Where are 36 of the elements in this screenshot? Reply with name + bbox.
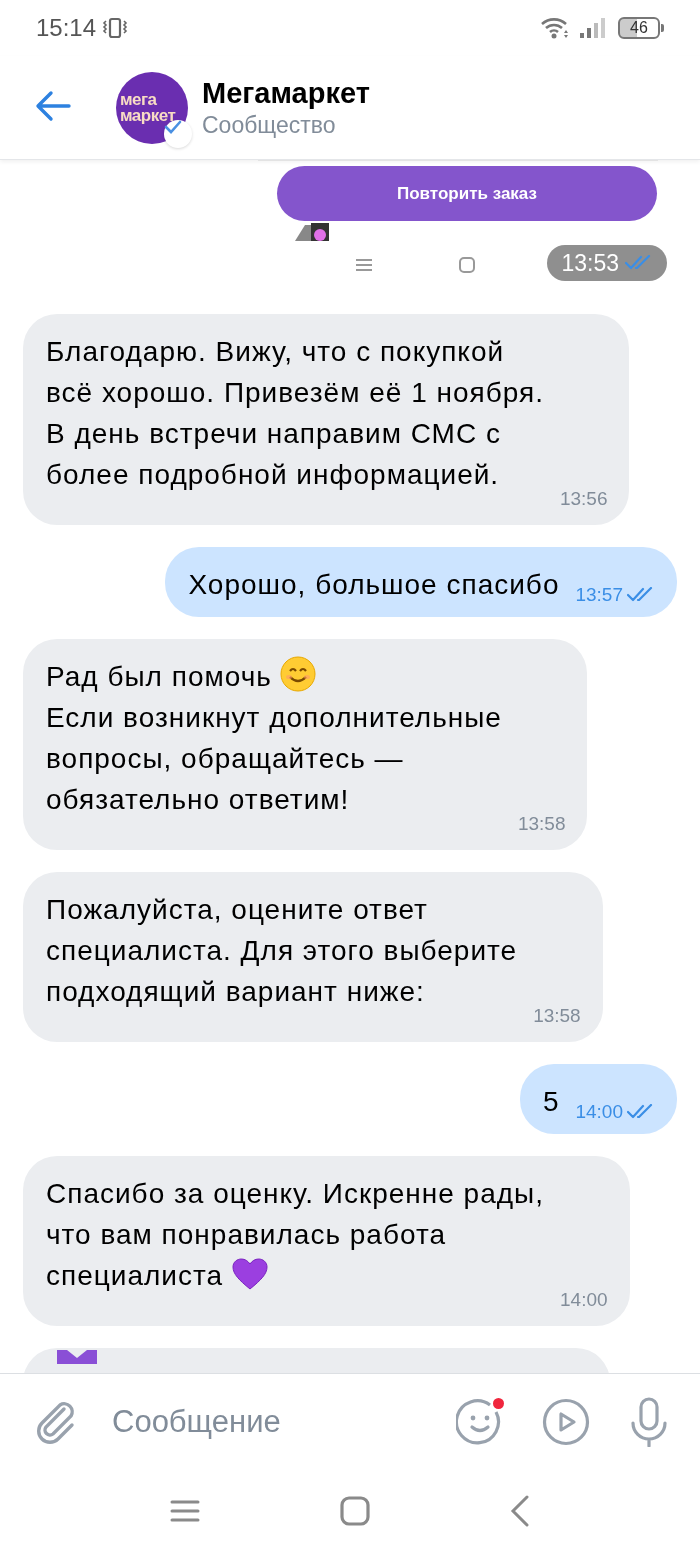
menu-icon <box>354 257 374 273</box>
home-button[interactable] <box>340 1495 370 1526</box>
vibrate-icon <box>102 16 129 40</box>
message-time: 13:58 <box>533 1004 581 1028</box>
message-time: 13:56 <box>559 487 608 511</box>
microphone-button[interactable] <box>630 1397 668 1447</box>
message-text: Хорошо, большое спасибо <box>188 569 560 600</box>
message-text: специалиста <box>46 1260 224 1291</box>
message-time: 13:58 <box>517 812 566 836</box>
message-time: 14:00 <box>575 1100 623 1124</box>
wifi-icon <box>540 16 570 40</box>
smiling-face-icon <box>279 656 316 692</box>
message-text: 5 <box>542 1086 560 1117</box>
menu-icon[interactable] <box>170 1498 200 1523</box>
message-text: Пожалуйста, оцените ответ специалиста. Для этого выберите подходящий вариант ниже: <box>46 894 518 1007</box>
signal-icon <box>578 16 606 40</box>
product-thumbnail-icon <box>295 221 331 241</box>
message-time: 13:53 <box>561 249 619 277</box>
avatar-logo-text: мега <box>120 91 157 108</box>
chat-subtitle: Сообщество <box>202 110 337 140</box>
heart-icon <box>231 1257 270 1291</box>
message-text: Если возникнут дополнительные вопросы, обращайтесь — обязательно ответим! <box>46 702 502 815</box>
logo-fragment-icon <box>57 1348 97 1364</box>
message-time: 14:00 <box>560 1288 608 1312</box>
clock-time: 15:14 <box>36 14 97 42</box>
video-message-button[interactable] <box>542 1398 590 1446</box>
message-time: 13:57 <box>575 583 623 607</box>
battery-level: 46 <box>618 17 660 39</box>
emoji-button[interactable] <box>456 1398 504 1446</box>
square-icon <box>458 256 476 274</box>
message-input[interactable]: Сообщение <box>110 1403 456 1441</box>
message-text: Благодарю. Вижу, что с покупкой всё хорошо. Привезём её 1 ноября. В день встречи направим СМС с более подробной информацией. <box>46 336 544 490</box>
message-text: Рад был помочь <box>46 661 272 692</box>
avatar-logo-text: маркет <box>120 107 176 124</box>
chat-title: Мегамаркет <box>202 75 370 110</box>
back-button[interactable] <box>510 1494 530 1527</box>
